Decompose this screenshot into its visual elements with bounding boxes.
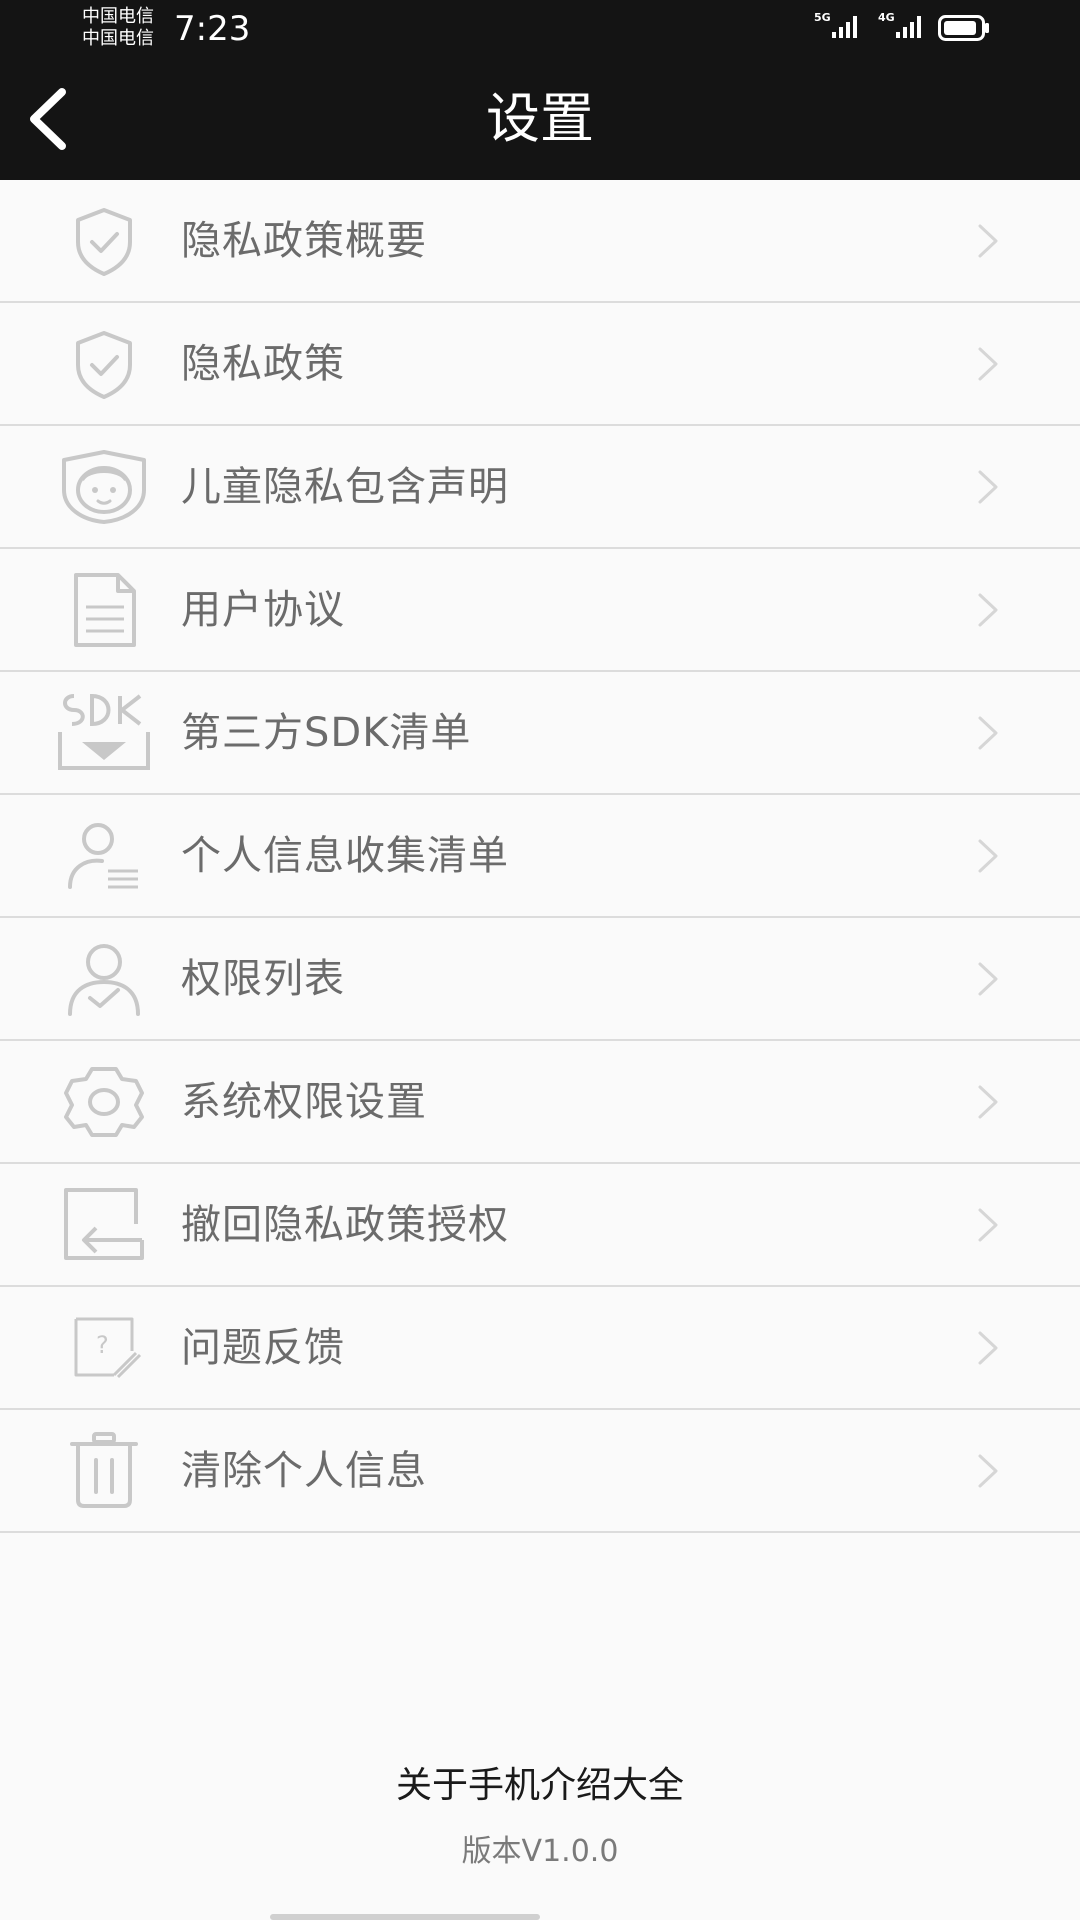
document-icon bbox=[56, 569, 152, 649]
menu-item-label: 系统权限设置 bbox=[181, 1079, 427, 1125]
menu-item-feedback[interactable]: ? 问题反馈 bbox=[0, 1287, 1080, 1410]
menu-item-child-privacy[interactable]: 儿童隐私包含声明 bbox=[0, 426, 1080, 549]
menu-item-label: 个人信息收集清单 bbox=[181, 833, 509, 879]
menu-item-personal-info-list[interactable]: 个人信息收集清单 bbox=[0, 795, 1080, 918]
menu-item-label: 儿童隐私包含声明 bbox=[181, 464, 509, 510]
page-title: 设置 bbox=[486, 87, 594, 150]
carrier-1: 中国电信 bbox=[82, 6, 154, 27]
menu-item-clear-personal-info[interactable]: 清除个人信息 bbox=[0, 1410, 1080, 1533]
menu-item-user-agreement[interactable]: 用户协议 bbox=[0, 549, 1080, 672]
chevron-right-icon bbox=[978, 347, 998, 381]
menu-item-system-permissions[interactable]: 系统权限设置 bbox=[0, 1041, 1080, 1164]
revoke-arrow-icon bbox=[56, 1184, 152, 1264]
signal-bars-icon bbox=[832, 16, 857, 38]
shield-check-icon bbox=[56, 200, 152, 280]
chevron-right-icon bbox=[978, 224, 998, 258]
svg-text:?: ? bbox=[96, 1331, 109, 1359]
chevron-right-icon bbox=[978, 1454, 998, 1488]
app-header: 设置 bbox=[0, 58, 1080, 180]
signal-bars-icon bbox=[896, 16, 921, 38]
carrier-names: 中国电信 中国电信 bbox=[82, 6, 154, 50]
chevron-right-icon bbox=[978, 1208, 998, 1242]
menu-item-label: 撤回隐私政策授权 bbox=[181, 1202, 509, 1248]
menu-item-third-party-sdk[interactable]: 第三方SDK清单 bbox=[0, 672, 1080, 795]
menu-item-label: 第三方SDK清单 bbox=[181, 710, 472, 756]
shield-check-icon bbox=[56, 323, 152, 403]
user-list-icon bbox=[56, 815, 152, 895]
chevron-right-icon bbox=[978, 1085, 998, 1119]
menu-item-label: 隐私政策 bbox=[181, 341, 345, 387]
menu-item-privacy-policy[interactable]: 隐私政策 bbox=[0, 303, 1080, 426]
version-label: 版本V1.0.0 bbox=[461, 1834, 619, 1869]
chevron-right-icon bbox=[978, 962, 998, 996]
status-time: 7:23 bbox=[174, 9, 251, 49]
signal-4g-tag: 4G bbox=[878, 11, 895, 24]
user-check-icon bbox=[56, 938, 152, 1018]
chevron-right-icon bbox=[978, 593, 998, 627]
about-app-link[interactable]: 关于手机介绍大全 bbox=[0, 1762, 1080, 1810]
settings-menu-list: 隐私政策概要 隐私政策 儿童隐私包含声明 用户协议 第三方SDK清单 个人信息收… bbox=[0, 180, 1080, 1533]
trash-icon bbox=[56, 1430, 152, 1510]
menu-item-label: 问题反馈 bbox=[181, 1325, 345, 1371]
chevron-right-icon bbox=[978, 1331, 998, 1365]
carrier-2: 中国电信 bbox=[82, 28, 154, 49]
gear-icon bbox=[56, 1061, 152, 1141]
menu-item-permission-list[interactable]: 权限列表 bbox=[0, 918, 1080, 1041]
menu-item-label: 清除个人信息 bbox=[181, 1448, 427, 1494]
feedback-question-icon: ? bbox=[56, 1307, 152, 1387]
menu-item-label: 权限列表 bbox=[181, 956, 345, 1002]
chevron-right-icon bbox=[978, 470, 998, 504]
battery-icon bbox=[938, 15, 989, 41]
home-indicator[interactable] bbox=[270, 1914, 540, 1920]
chevron-right-icon bbox=[978, 839, 998, 873]
chevron-right-icon bbox=[978, 716, 998, 750]
menu-item-label: 用户协议 bbox=[181, 587, 345, 633]
child-face-icon bbox=[56, 446, 152, 526]
menu-item-privacy-summary[interactable]: 隐私政策概要 bbox=[0, 180, 1080, 303]
status-bar: 中国电信 中国电信 7:23 5G 4G bbox=[0, 0, 1080, 58]
signal-5g-tag: 5G bbox=[814, 11, 831, 24]
menu-item-revoke-authorization[interactable]: 撤回隐私政策授权 bbox=[0, 1164, 1080, 1287]
sdk-download-icon bbox=[56, 692, 152, 772]
menu-item-label: 隐私政策概要 bbox=[181, 218, 427, 264]
